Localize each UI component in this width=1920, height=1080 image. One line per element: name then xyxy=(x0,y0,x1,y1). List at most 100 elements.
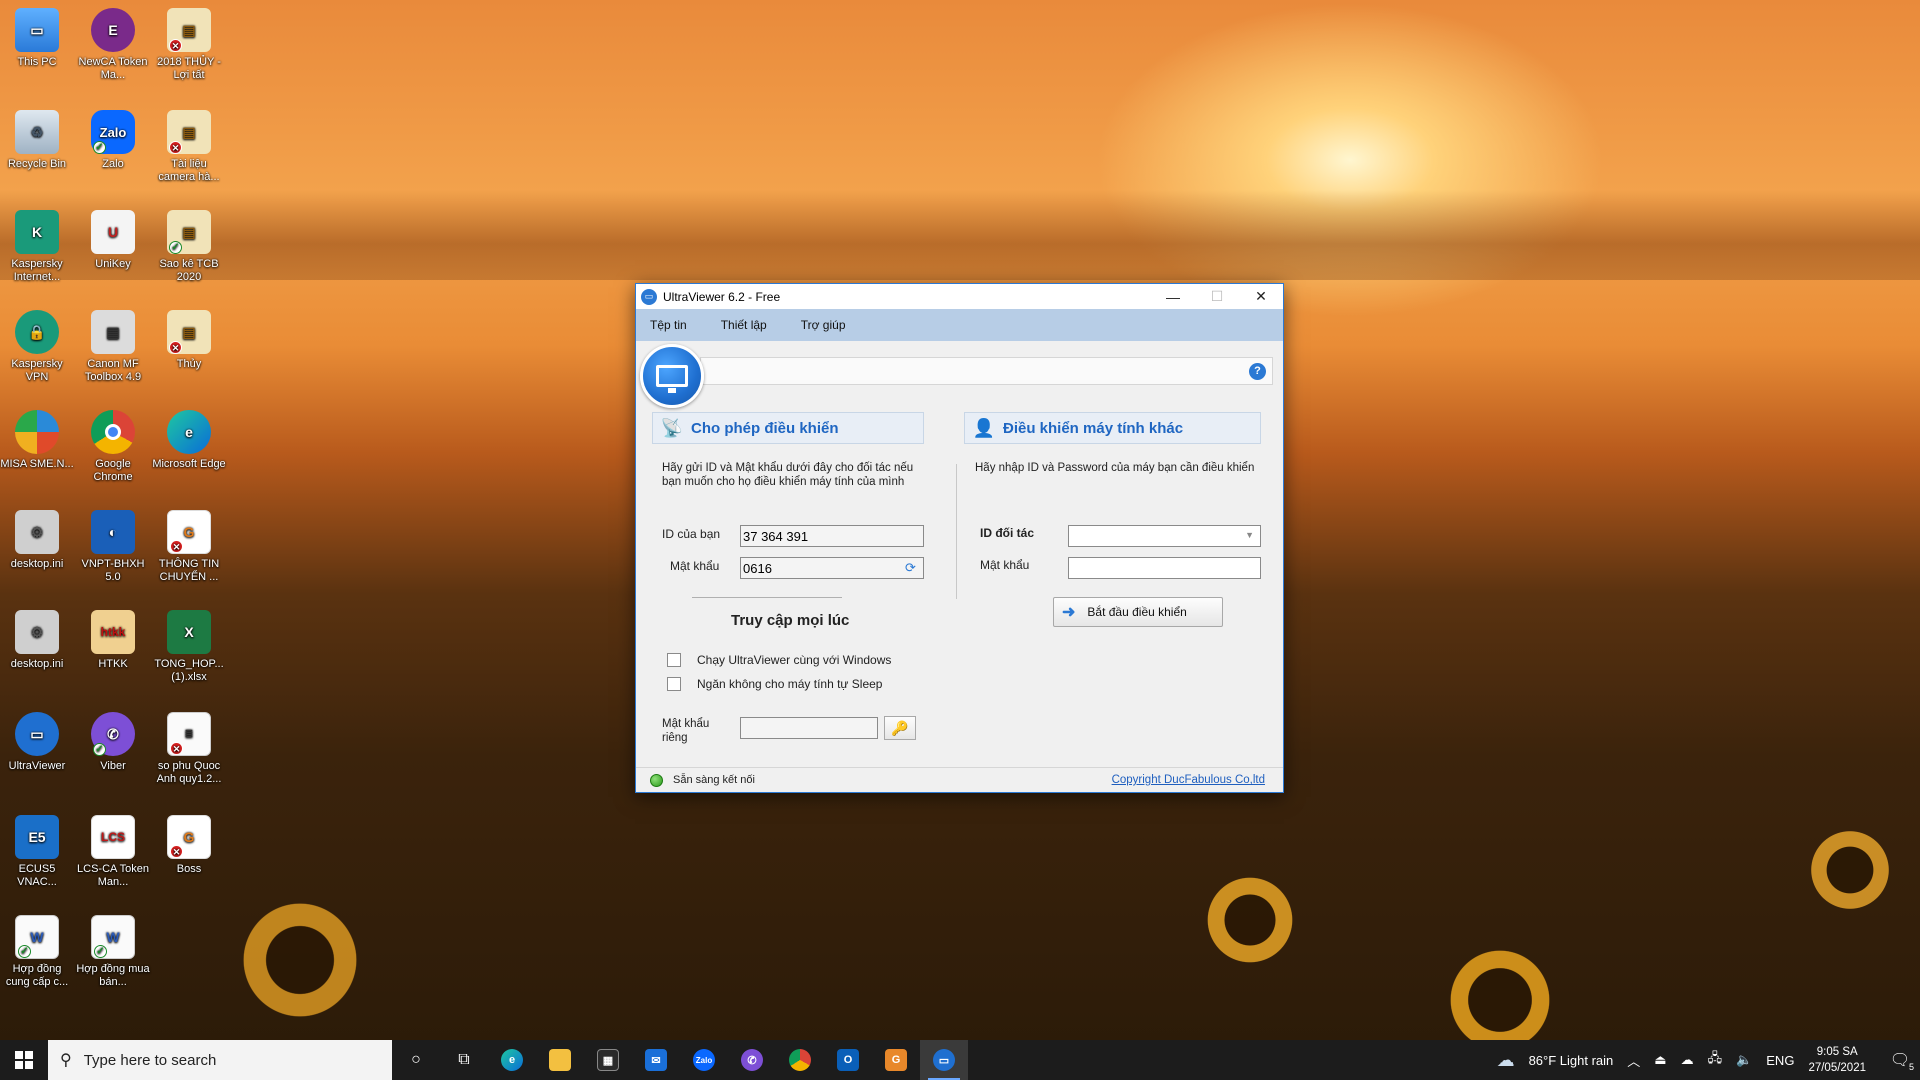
desktop-icon-sao-ke[interactable]: ▤ ✓ Sao kê TCB 2020 xyxy=(152,210,226,284)
prevent-sleep-option[interactable]: Ngăn không cho máy tính tự Sleep xyxy=(667,677,882,691)
partner-id-combobox[interactable]: ▼ xyxy=(1068,525,1261,547)
desktop-icon-label: Microsoft Edge xyxy=(152,458,226,470)
desktop-icon-label: Viber xyxy=(100,760,126,772)
taskbar: ⚲ Type here to search ○ ⧉ e ▦ ✉ Zalo ✆ O… xyxy=(0,1040,1920,1080)
desktop-icon-label: ECUS5 VNAC... xyxy=(17,863,57,888)
desktop-icon-zalo[interactable]: Zalo ✓ Zalo xyxy=(76,110,150,171)
desktop-icon-desktop-ini-1[interactable]: ⚙ desktop.ini xyxy=(0,510,74,571)
mail-icon: ✉ xyxy=(645,1049,667,1071)
ultraviewer-icon: ▭ xyxy=(15,712,59,756)
desktop-icon-ultraviewer[interactable]: ▭ UltraViewer xyxy=(0,712,74,773)
error-badge-icon: ✕ xyxy=(170,742,183,755)
usb-device-icon[interactable]: ⏏ xyxy=(1654,1052,1666,1068)
taskbar-viber[interactable]: ✆ xyxy=(728,1040,776,1080)
desktop-icon-label: Google Chrome xyxy=(93,458,133,483)
onedrive-cloud-icon[interactable]: ☁ xyxy=(1681,1052,1694,1068)
weather-text[interactable]: 86°F Light rain xyxy=(1529,1053,1614,1068)
menu-bar: Tệp tin Thiết lập Trợ giúp xyxy=(636,309,1283,341)
ultraviewer-window[interactable]: ▭ UltraViewer 6.2 - Free — ☐ ✕ Tệp tin T… xyxy=(635,283,1284,793)
network-icon[interactable]: 🖧 xyxy=(1708,1049,1723,1071)
desktop-icon-tai-lieu[interactable]: ▤ ✕ Tài liệu camera hà... xyxy=(152,110,226,184)
folder-icon xyxy=(549,1049,571,1071)
error-badge-icon: ✕ xyxy=(169,141,182,154)
desktop-icon-ecus5[interactable]: E5 ECUS5 VNAC... xyxy=(0,815,74,889)
outlook-icon: O xyxy=(837,1049,859,1071)
desktop-icon-recycle-bin[interactable]: ♻ Recycle Bin xyxy=(0,110,74,171)
desktop-icon-hop-dong-2[interactable]: W ✓ Hợp đồng mua bán... xyxy=(76,915,150,989)
desktop-icon-label: Hợp đồng cung cấp c... xyxy=(5,963,69,988)
prevent-sleep-label: Ngăn không cho máy tính tự Sleep xyxy=(697,677,883,691)
desktop-icon-tong-hop[interactable]: X TONG_HOP... (1).xlsx xyxy=(152,610,226,684)
cortana-button[interactable]: ○ xyxy=(392,1040,440,1080)
desktop-icon-kaspersky-internet[interactable]: K Kaspersky Internet... xyxy=(0,210,74,284)
task-view-button[interactable]: ⧉ xyxy=(440,1040,488,1080)
prevent-sleep-checkbox[interactable] xyxy=(667,677,681,691)
run-with-windows-option[interactable]: Chạy UltraViewer cùng với Windows xyxy=(667,653,891,667)
taskbar-ultraviewer[interactable]: ▭ xyxy=(920,1040,968,1080)
taskbar-store[interactable]: ▦ xyxy=(584,1040,632,1080)
maximize-icon: ☐ xyxy=(1210,288,1224,304)
desktop-icon-this-pc[interactable]: ▭ This PC xyxy=(0,8,74,69)
menu-settings[interactable]: Thiết lập xyxy=(721,318,767,332)
menu-help[interactable]: Trợ giúp xyxy=(801,318,846,332)
minimize-button[interactable]: — xyxy=(1151,284,1195,309)
edge-icon: e xyxy=(501,1049,523,1071)
chevron-down-icon[interactable]: ▼ xyxy=(1245,530,1254,540)
desktop-icon-unikey[interactable]: U UniKey xyxy=(76,210,150,271)
your-password-field[interactable]: 0616 ⟳ xyxy=(740,557,924,579)
start-button[interactable] xyxy=(0,1040,48,1080)
taskbar-pdf-app[interactable]: G xyxy=(872,1040,920,1080)
set-private-password-button[interactable]: 🔑 xyxy=(884,716,916,740)
desktop-icon-label: Canon MF Toolbox 4.9 xyxy=(84,358,142,383)
desktop-icon-thuy[interactable]: ▤ ✕ Thủy xyxy=(152,310,226,371)
desktop-icon-edge[interactable]: e Microsoft Edge xyxy=(152,410,226,471)
taskbar-zalo[interactable]: Zalo xyxy=(680,1040,728,1080)
desktop-icon-hop-dong-1[interactable]: W ✓ Hợp đồng cung cấp c... xyxy=(0,915,74,989)
your-id-field[interactable]: 37 364 391 xyxy=(740,525,924,547)
start-control-button[interactable]: ➜ Bắt đầu điều khiển xyxy=(1053,597,1223,627)
taskbar-mail[interactable]: ✉ xyxy=(632,1040,680,1080)
desktop-icon-label: This PC xyxy=(17,56,57,68)
action-center-button[interactable]: 🗨 5 xyxy=(1880,1040,1920,1080)
control-other-header: 👤 Điều khiển máy tính khác xyxy=(964,412,1261,444)
private-password-field[interactable] xyxy=(740,717,878,739)
refresh-password-icon[interactable]: ⟳ xyxy=(905,561,919,575)
settings-file-icon: ⚙ xyxy=(15,510,59,554)
desktop-icon-2018-thuy[interactable]: ▤ ✕ 2018 THỦY - Lợi tất xyxy=(152,8,226,82)
window-titlebar[interactable]: ▭ UltraViewer 6.2 - Free — ☐ ✕ xyxy=(636,284,1283,309)
desktop-icon-desktop-ini-2[interactable]: ⚙ desktop.ini xyxy=(0,610,74,671)
menu-file[interactable]: Tệp tin xyxy=(650,318,687,332)
copyright-link[interactable]: Copyright DucFabulous Co,ltd xyxy=(1112,774,1265,786)
taskbar-outlook[interactable]: O xyxy=(824,1040,872,1080)
run-with-windows-checkbox[interactable] xyxy=(667,653,681,667)
desktop-icon-misa[interactable]: MISA SME.N... xyxy=(0,410,74,471)
language-indicator[interactable]: ENG xyxy=(1766,1053,1794,1068)
desktop-icon-kaspersky-vpn[interactable]: 🔒 Kaspersky VPN xyxy=(0,310,74,384)
show-hidden-icons-chevron-icon[interactable]: ︿ xyxy=(1627,1051,1640,1070)
desktop-icon-htkk[interactable]: htkk HTKK xyxy=(76,610,150,671)
desktop-icon-boss[interactable]: G ✕ Boss xyxy=(152,815,226,876)
taskbar-file-explorer[interactable] xyxy=(536,1040,584,1080)
clock[interactable]: 9:05 SA 27/05/2021 xyxy=(1808,1044,1866,1076)
desktop-icon-label: NewCA Token Ma... xyxy=(78,56,148,81)
word-file-icon: W ✓ xyxy=(91,915,135,959)
desktop-icon-vnpt-bhxh[interactable]: ◐ VNPT-BHXH 5.0 xyxy=(76,510,150,584)
desktop-icon-chrome[interactable]: Google Chrome xyxy=(76,410,150,484)
partner-password-field[interactable] xyxy=(1068,557,1261,579)
pdf-file-icon: G ✕ xyxy=(167,815,211,859)
volume-icon[interactable]: 🔈 xyxy=(1736,1052,1752,1068)
close-button[interactable]: ✕ xyxy=(1239,284,1283,309)
desktop-icon-thong-tin[interactable]: G ✕ THÔNG TIN CHUYỂN ... xyxy=(152,510,226,584)
taskbar-edge[interactable]: e xyxy=(488,1040,536,1080)
help-icon[interactable]: ? xyxy=(1249,363,1266,380)
desktop-icon-viber[interactable]: ✆ ✓ Viber xyxy=(76,712,150,773)
desktop-icon-canon[interactable]: ▦ Canon MF Toolbox 4.9 xyxy=(76,310,150,384)
taskbar-search[interactable]: ⚲ Type here to search xyxy=(48,1040,392,1080)
maximize-button[interactable]: ☐ xyxy=(1195,284,1239,309)
taskbar-chrome[interactable] xyxy=(776,1040,824,1080)
weather-cloud-icon[interactable]: ☁ xyxy=(1497,1050,1515,1071)
desktop-icon-so-phu[interactable]: ≣ ✕ so phu Quoc Anh quy1.2... xyxy=(152,712,226,786)
folder-zip-icon: ▤ ✓ xyxy=(167,210,211,254)
desktop-icon-newca[interactable]: E NewCA Token Ma... xyxy=(76,8,150,82)
desktop-icon-lcs-ca[interactable]: LCS LCS-CA Token Man... xyxy=(76,815,150,889)
